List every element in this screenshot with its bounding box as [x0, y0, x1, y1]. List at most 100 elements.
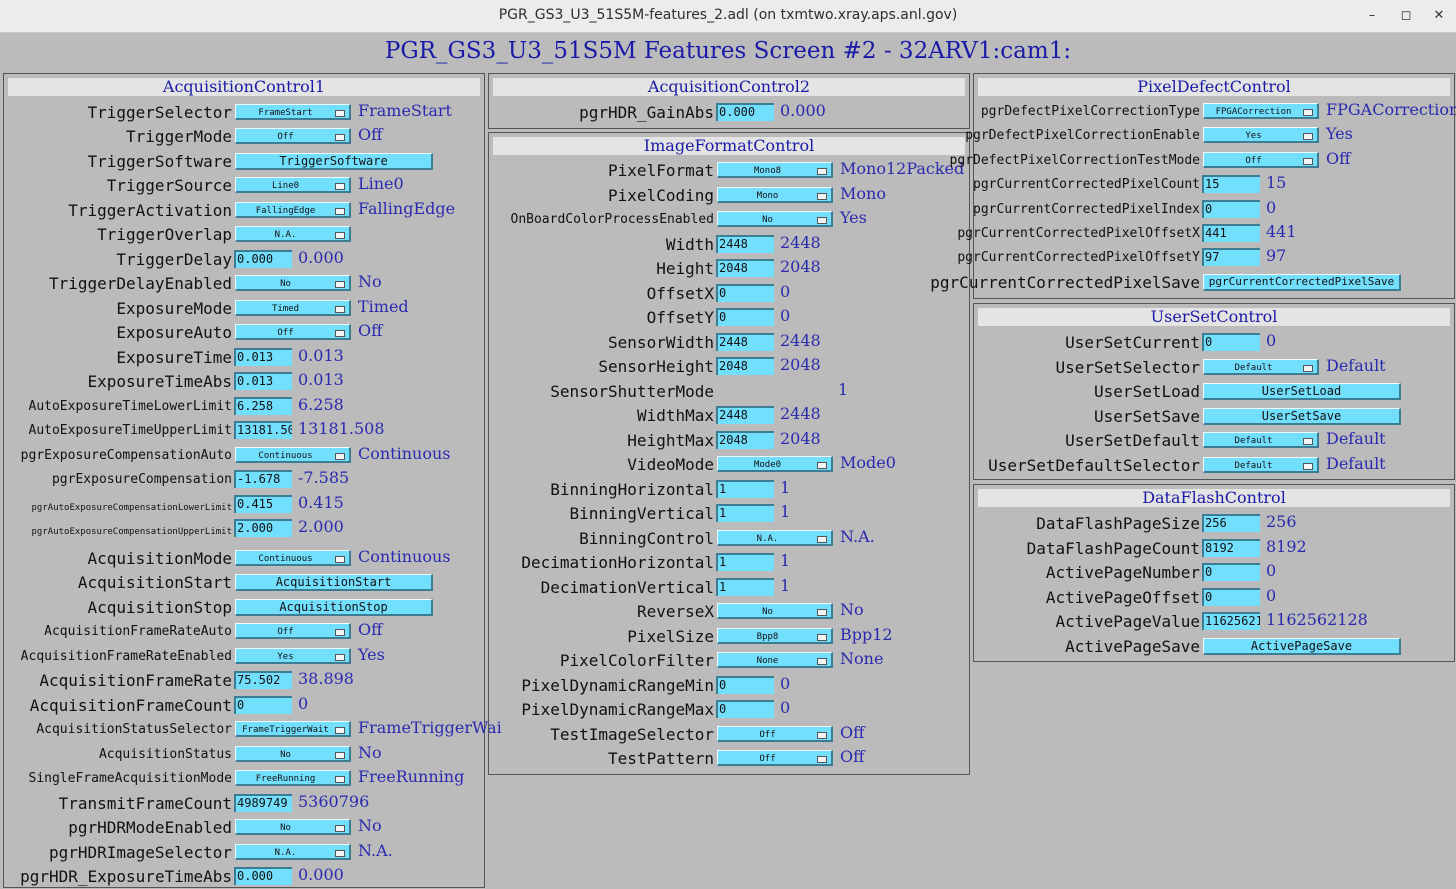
active-page-save-button[interactable]: ActivePageSave — [1203, 638, 1401, 655]
acquisition-start-button[interactable]: AcquisitionStart — [235, 574, 433, 591]
pgr-hdrmode-enabled-menu[interactable]: No — [235, 819, 351, 835]
height-max-input[interactable]: 2048 — [716, 431, 774, 449]
pgr-hdr-exposure-time-abs-input[interactable]: 0.000 — [234, 867, 292, 885]
acquisition-frame-count-input[interactable]: 0 — [234, 696, 292, 714]
pgr-current-corrected-pixel-offset-y-input[interactable]: 97 — [1202, 248, 1260, 266]
field-label: VideoMode — [627, 455, 714, 474]
pgr-exposure-compensation-auto-menu[interactable]: Continuous — [235, 447, 351, 463]
height-input[interactable]: 2048 — [716, 259, 774, 277]
acquisition-stop-button[interactable]: AcquisitionStop — [235, 599, 433, 616]
auto-exposure-time-upper-limit-input[interactable]: 13181.50 — [234, 421, 292, 439]
exposure-mode-menu[interactable]: Timed — [235, 300, 351, 316]
pgr-current-corrected-pixel-offset-x-input[interactable]: 441 — [1202, 224, 1260, 242]
field-row-offset-y: OffsetY 0 0 — [489, 307, 969, 329]
exposure-auto-menu[interactable]: Off — [235, 324, 351, 340]
reverse-x-menu[interactable]: No — [717, 603, 833, 619]
field-row-trigger-software: TriggerSoftware TriggerSoftware — [4, 151, 484, 173]
trigger-selector-menu[interactable]: FrameStart — [235, 104, 351, 120]
minimize-icon[interactable]: – — [1361, 5, 1383, 27]
field-label: PixelColorFilter — [559, 651, 714, 670]
acquisition-mode-menu[interactable]: Continuous — [235, 550, 351, 566]
acquisition-status-menu[interactable]: No — [235, 746, 351, 762]
sensor-width-input[interactable]: 2448 — [716, 333, 774, 351]
active-page-value-input[interactable]: 11625621 — [1202, 612, 1260, 630]
field-row-pgr-current-corrected-pixel-offset-y: pgrCurrentCorrectedPixelOffsetY 97 97 — [957, 247, 1454, 269]
offset-x-input[interactable]: 0 — [716, 284, 774, 302]
data-flash-page-size-input[interactable]: 256 — [1202, 514, 1260, 532]
single-frame-acquisition-mode-menu[interactable]: FreeRunning — [235, 770, 351, 786]
field-row-pgr-current-corrected-pixel-offset-x: pgrCurrentCorrectedPixelOffsetX 441 441 — [957, 223, 1454, 245]
data-flash-page-count-input[interactable]: 8192 — [1202, 539, 1260, 557]
active-page-number-input[interactable]: 0 — [1202, 563, 1260, 581]
field-label: SensorHeight — [598, 357, 714, 376]
binning-horizontal-input[interactable]: 1 — [716, 480, 774, 498]
close-icon[interactable]: ✕ — [1428, 5, 1450, 27]
pgr-auto-exposure-compensation-upper-limit-input[interactable]: 2.000 — [234, 519, 292, 537]
pixel-coding-menu[interactable]: Mono — [717, 187, 833, 203]
readback-value: 8192 — [1266, 537, 1307, 556]
trigger-software-button[interactable]: TriggerSoftware — [235, 153, 433, 170]
trigger-activation-menu[interactable]: FallingEdge — [235, 202, 351, 218]
offset-y-input[interactable]: 0 — [716, 308, 774, 326]
trigger-delay-input[interactable]: 0.000 — [234, 250, 292, 268]
video-mode-menu[interactable]: Mode0 — [717, 456, 833, 472]
pgr-defect-pixel-correction-type-menu[interactable]: FPGACorrection — [1203, 103, 1319, 119]
pgr-exposure-compensation-input[interactable]: -1.678 — [234, 470, 292, 488]
pixel-format-menu[interactable]: Mono8 — [717, 162, 833, 178]
exposure-time-abs-input[interactable]: 0.013 — [234, 372, 292, 390]
trigger-overlap-menu[interactable]: N.A. — [235, 226, 351, 242]
acquisition-frame-rate-auto-menu[interactable]: Off — [235, 623, 351, 639]
test-image-selector-menu[interactable]: Off — [717, 726, 833, 742]
pgr-current-corrected-pixel-index-input[interactable]: 0 — [1202, 200, 1260, 218]
width-max-input[interactable]: 2448 — [716, 406, 774, 424]
pgr-defect-pixel-correction-enable-menu[interactable]: Yes — [1203, 127, 1319, 143]
user-set-default-menu[interactable]: Default — [1203, 432, 1319, 448]
user-set-selector-menu[interactable]: Default — [1203, 359, 1319, 375]
test-pattern-menu[interactable]: Off — [717, 750, 833, 766]
field-label: ExposureMode — [116, 299, 232, 318]
trigger-source-menu[interactable]: Line0 — [235, 177, 351, 193]
maximize-icon[interactable]: ◻ — [1395, 5, 1417, 27]
acquisition-status-selector-menu[interactable]: FrameTriggerWait — [235, 721, 351, 737]
pgr-auto-exposure-compensation-lower-limit-input[interactable]: 0.415 — [234, 495, 292, 513]
binning-vertical-input[interactable]: 1 — [716, 504, 774, 522]
user-set-default-selector-menu[interactable]: Default — [1203, 457, 1319, 473]
active-page-offset-input[interactable]: 0 — [1202, 588, 1260, 606]
field-label: TestPattern — [608, 749, 714, 768]
decimation-vertical-input[interactable]: 1 — [716, 578, 774, 596]
readback-value: FrameTriggerWai — [358, 718, 502, 737]
pgr-hdrimage-selector-menu[interactable]: N.A. — [235, 844, 351, 860]
pgr-hdr-gain-abs-input[interactable]: 0.000 — [716, 103, 774, 121]
readback-value: Yes — [358, 645, 385, 664]
transmit-frame-count-input[interactable]: 4989749 — [234, 794, 292, 812]
pgr-defect-pixel-correction-test-mode-menu[interactable]: Off — [1203, 152, 1319, 168]
pixel-color-filter-menu[interactable]: None — [717, 652, 833, 668]
field-row-pgr-hdrimage-selector: pgrHDRImageSelector N.A. N.A. — [4, 842, 484, 864]
field-row-data-flash-page-size: DataFlashPageSize 256 256 — [974, 513, 1454, 535]
acquisition-frame-rate-enabled-menu[interactable]: Yes — [235, 648, 351, 664]
pgr-current-corrected-pixel-count-input[interactable]: 15 — [1202, 175, 1260, 193]
binning-control-menu[interactable]: N.A. — [717, 530, 833, 546]
auto-exposure-time-lower-limit-input[interactable]: 6.258 — [234, 397, 292, 415]
user-set-save-button[interactable]: UserSetSave — [1203, 408, 1401, 425]
readback-value: Line0 — [358, 174, 404, 193]
pixel-dynamic-range-max-input[interactable]: 0 — [716, 700, 774, 718]
sensor-height-input[interactable]: 2048 — [716, 357, 774, 375]
readback-value: Bpp12 — [840, 625, 893, 644]
field-row-pgr-auto-exposure-compensation-upper-limit: pgrAutoExposureCompensationUpperLimit 2.0… — [4, 518, 484, 540]
pixel-size-menu[interactable]: Bpp8 — [717, 628, 833, 644]
trigger-mode-menu[interactable]: Off — [235, 128, 351, 144]
user-set-current-input[interactable]: 0 — [1202, 333, 1260, 351]
width-input[interactable]: 2448 — [716, 235, 774, 253]
exposure-time-input[interactable]: 0.013 — [234, 348, 292, 366]
pixel-dynamic-range-min-input[interactable]: 0 — [716, 676, 774, 694]
field-label: BinningControl — [579, 529, 714, 548]
acquisition-frame-rate-input[interactable]: 75.502 — [234, 671, 292, 689]
user-set-load-button[interactable]: UserSetLoad — [1203, 383, 1401, 400]
pgr-current-corrected-pixel-save-button[interactable]: pgrCurrentCorrectedPixelSave — [1203, 274, 1401, 291]
decimation-horizontal-input[interactable]: 1 — [716, 553, 774, 571]
readback-value: 0 — [1266, 198, 1277, 217]
field-label: pgrAutoExposureCompensationLowerLimit — [31, 503, 232, 513]
on-board-color-process-enabled-menu[interactable]: No — [717, 211, 833, 227]
trigger-delay-enabled-menu[interactable]: No — [235, 275, 351, 291]
